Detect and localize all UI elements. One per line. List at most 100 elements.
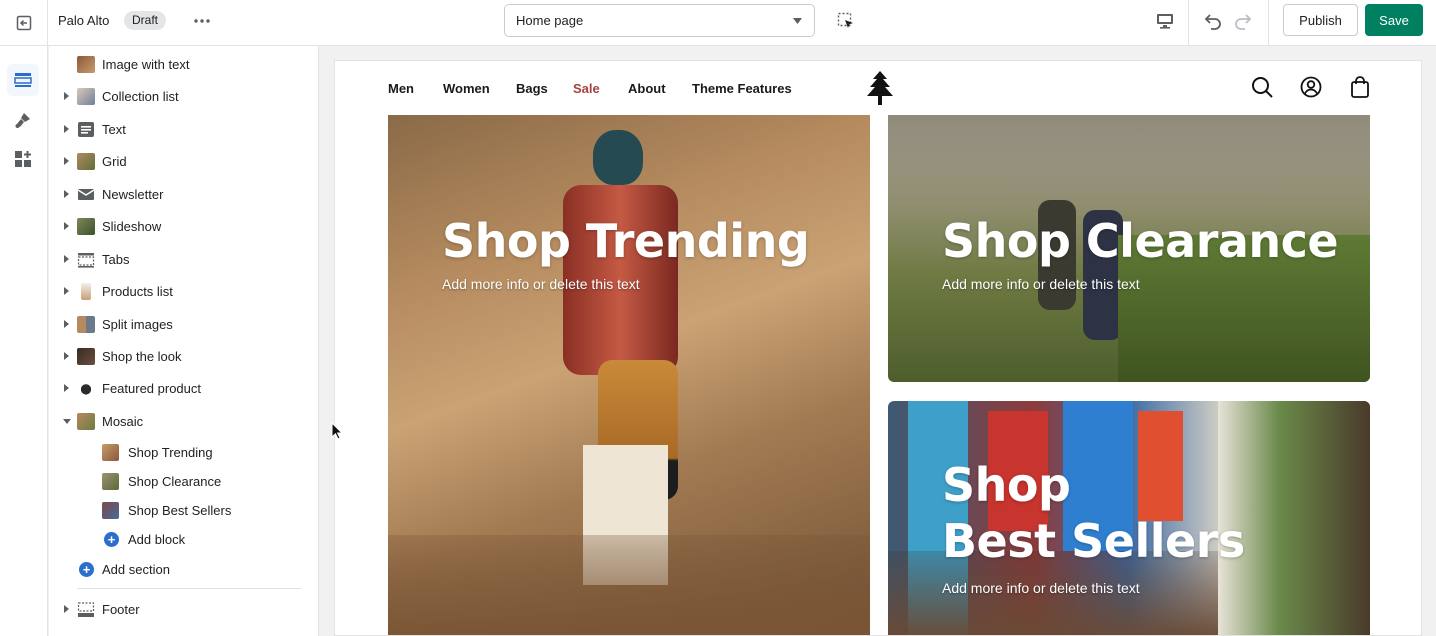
section-products-list[interactable]: Products list	[49, 276, 318, 306]
block-thumbnail	[102, 473, 119, 490]
apps-tab[interactable]	[7, 143, 39, 175]
expand-arrow-icon[interactable]	[64, 287, 69, 295]
block-thumbnail	[102, 444, 119, 461]
sections-icon	[14, 73, 32, 87]
nav-link-theme-features[interactable]: Theme Features	[692, 81, 792, 96]
section-thumbnail	[77, 153, 95, 170]
store-nav: Men Women Bags Sale About Theme Features	[335, 61, 1421, 115]
paintbrush-icon	[15, 113, 30, 128]
block-label: Shop Clearance	[128, 474, 222, 489]
more-actions-button[interactable]	[190, 10, 214, 32]
collapse-arrow-icon[interactable]	[63, 419, 71, 424]
store-name: Palo Alto	[58, 13, 110, 28]
section-grid[interactable]: Grid	[49, 146, 318, 176]
page-selector-value: Home page	[516, 13, 584, 28]
section-shop-the-look[interactable]: Shop the look	[49, 341, 318, 371]
expand-arrow-icon[interactable]	[64, 384, 69, 392]
footer-icon	[77, 602, 95, 617]
add-block-button[interactable]: + Add block	[49, 524, 318, 554]
desktop-icon	[1157, 14, 1173, 29]
tile-subtitle: Add more info or delete this text	[942, 580, 1140, 596]
divider	[1268, 0, 1269, 46]
section-thumbnail	[81, 283, 91, 300]
publish-button[interactable]: Publish	[1283, 4, 1358, 36]
mosaic-tile-shop-trending[interactable]: Shop Trending Add more info or delete th…	[388, 115, 870, 635]
section-thumbnail	[77, 413, 95, 430]
expand-arrow-icon[interactable]	[64, 157, 69, 165]
expand-arrow-icon[interactable]	[64, 605, 69, 613]
section-label: Tabs	[102, 252, 130, 267]
nav-link-bags[interactable]: Bags	[516, 81, 548, 96]
expand-arrow-icon[interactable]	[64, 190, 69, 198]
nav-link-men[interactable]: Men	[388, 81, 414, 96]
expand-arrow-icon[interactable]	[64, 125, 69, 133]
shopping-bag-icon[interactable]	[1351, 76, 1369, 98]
block-label: Shop Trending	[128, 445, 213, 460]
redo-icon	[1235, 14, 1252, 30]
decorative-shape	[593, 130, 643, 185]
expand-arrow-icon[interactable]	[64, 92, 69, 100]
decorative-shape	[1138, 411, 1183, 521]
envelope-icon	[77, 189, 95, 200]
inspector-button[interactable]	[834, 9, 858, 33]
mosaic-tile-shop-clearance[interactable]: Shop Clearance Add more info or delete t…	[888, 115, 1370, 382]
section-label: Newsletter	[102, 187, 164, 202]
left-rail	[0, 46, 48, 636]
section-split-images[interactable]: Split images	[49, 309, 318, 339]
save-button[interactable]: Save	[1365, 4, 1423, 36]
top-bar: Palo Alto Draft Home page Publish Save	[0, 0, 1436, 46]
nav-link-about[interactable]: About	[628, 81, 666, 96]
sections-tab[interactable]	[7, 64, 39, 96]
section-image-with-text[interactable]: Image with text	[49, 49, 318, 79]
expand-arrow-icon[interactable]	[64, 222, 69, 230]
select-cursor-icon	[837, 12, 853, 28]
tile-subtitle: Add more info or delete this text	[442, 276, 640, 292]
tile-title: Shop Trending	[442, 214, 810, 268]
block-shop-clearance[interactable]: Shop Clearance	[49, 466, 318, 496]
section-label: Text	[102, 122, 126, 137]
section-mosaic[interactable]: Mosaic	[49, 406, 318, 436]
undo-button[interactable]	[1200, 9, 1224, 33]
search-icon[interactable]	[1251, 76, 1273, 98]
block-label: Shop Best Sellers	[128, 503, 232, 518]
exit-button[interactable]	[0, 0, 48, 46]
block-shop-best-sellers[interactable]: Shop Best Sellers	[49, 495, 318, 525]
plus-circle-icon: +	[79, 562, 94, 577]
section-label: Featured product	[102, 381, 202, 396]
block-shop-trending[interactable]: Shop Trending	[49, 437, 318, 467]
section-label: Footer	[102, 602, 140, 617]
pine-tree-logo-icon[interactable]	[865, 71, 895, 105]
add-block-label: Add block	[128, 532, 186, 547]
expand-arrow-icon[interactable]	[64, 352, 69, 360]
section-label: Image with text	[102, 57, 190, 72]
draft-badge: Draft	[124, 11, 167, 30]
add-section-button[interactable]: + Add section	[49, 554, 318, 584]
redo-button[interactable]	[1232, 9, 1256, 33]
section-featured-product[interactable]: Featured product	[49, 373, 318, 403]
expand-arrow-icon[interactable]	[64, 320, 69, 328]
section-text[interactable]: Text	[49, 114, 318, 144]
nav-link-sale[interactable]: Sale	[573, 81, 600, 96]
section-footer[interactable]: Footer	[49, 594, 318, 624]
section-thumbnail	[80, 380, 92, 397]
section-collection-list[interactable]: Collection list	[49, 81, 318, 111]
expand-arrow-icon[interactable]	[64, 255, 69, 263]
section-slideshow[interactable]: Slideshow	[49, 211, 318, 241]
section-label: Shop the look	[102, 349, 182, 364]
theme-settings-tab[interactable]	[7, 104, 39, 136]
section-tabs[interactable]: Tabs	[49, 244, 318, 274]
nav-link-women[interactable]: Women	[443, 81, 490, 96]
account-icon[interactable]	[1300, 76, 1322, 98]
block-thumbnail	[102, 502, 119, 519]
section-label: Products list	[102, 284, 173, 299]
plus-circle-icon: +	[104, 532, 119, 547]
page-selector[interactable]: Home page	[504, 4, 815, 37]
section-thumbnail	[77, 218, 95, 235]
section-newsletter[interactable]: Newsletter	[49, 179, 318, 209]
mouse-cursor-icon	[331, 422, 343, 440]
add-section-label: Add section	[102, 562, 170, 577]
chevron-down-icon	[793, 18, 802, 24]
divider	[1188, 0, 1189, 46]
tile-title-line2: Best Sellers	[942, 514, 1245, 568]
desktop-view-button[interactable]	[1152, 9, 1178, 33]
